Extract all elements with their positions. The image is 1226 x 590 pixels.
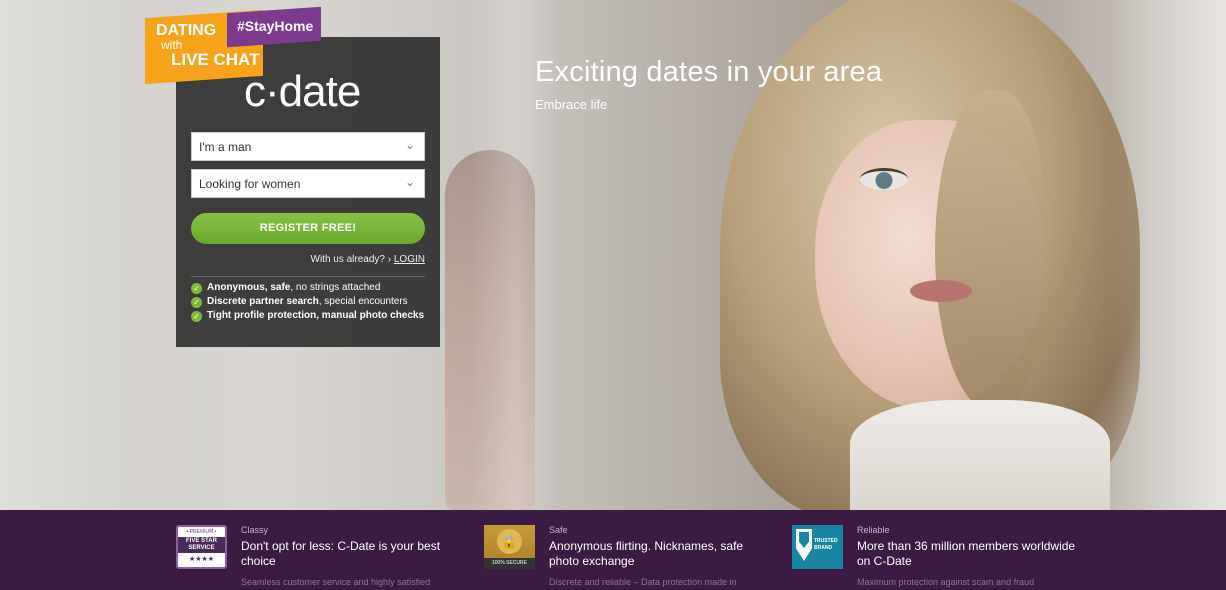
feature-text: , special encounters bbox=[318, 296, 408, 307]
already-member-text: With us already? › bbox=[310, 254, 394, 265]
trust-item-reliable: TRUSTED BRAND Reliable More than 36 milli… bbox=[792, 510, 1082, 590]
gender-select[interactable]: I'm a man ⌄ bbox=[191, 132, 425, 161]
chevron-down-icon: ⌄ bbox=[404, 138, 415, 152]
register-button[interactable]: REGISTER FREE! bbox=[191, 213, 425, 244]
hero-headline: Exciting dates in your area bbox=[535, 56, 883, 88]
chevron-down-icon: ⌄ bbox=[404, 175, 415, 189]
trust-title: Anonymous flirting. Nicknames, safe phot… bbox=[549, 539, 744, 568]
feature-item: ✓ Tight profile protection, manual photo … bbox=[191, 310, 424, 322]
gender-select-value: I'm a man bbox=[199, 140, 252, 154]
trust-title: Don't opt for less: C-Date is your best … bbox=[241, 539, 441, 568]
badge-hashtag-text: #StayHome bbox=[237, 18, 314, 34]
trust-category: Reliable bbox=[857, 525, 890, 535]
seeking-select-value: Looking for women bbox=[199, 177, 301, 191]
icon-premium-text: • PREMIUM • bbox=[186, 529, 217, 535]
divider bbox=[191, 276, 425, 277]
icon-brand-text: BRAND bbox=[814, 545, 833, 551]
dating-live-chat-badge: DATING with LIVE CHAT #StayHome bbox=[145, 6, 325, 88]
icon-secure-text: 100% SECURE bbox=[484, 558, 535, 569]
trust-category: Classy bbox=[241, 525, 269, 535]
trust-description: Maximum protection against scam and frau… bbox=[857, 577, 1035, 587]
trust-category: Safe bbox=[549, 525, 568, 535]
feature-bold-text: Tight profile protection, manual photo c… bbox=[207, 310, 425, 321]
seeking-select[interactable]: Looking for women ⌄ bbox=[191, 169, 425, 198]
trust-item-safe: 🔒 100% SECURE Safe Anonymous flirting. N… bbox=[484, 510, 774, 590]
login-link[interactable]: LOGIN bbox=[394, 254, 425, 265]
shield-icon bbox=[796, 529, 812, 561]
five-star-service-icon: • PREMIUM • FIVE STAR SERVICE ★★★★ bbox=[176, 525, 227, 569]
icon-stars-text: ★★★★ bbox=[188, 556, 215, 563]
feature-bold-text: Anonymous, safe bbox=[207, 282, 291, 293]
feature-bold-text: Discrete partner search bbox=[207, 296, 319, 307]
secure-lock-icon: 🔒 100% SECURE bbox=[484, 525, 535, 569]
trust-description: Seamless customer service and highly sat… bbox=[241, 577, 431, 587]
check-icon: ✓ bbox=[191, 297, 202, 308]
feature-item: ✓ Anonymous, safe, no strings attached bbox=[191, 282, 380, 294]
icon-trusted-text: TRUSTED bbox=[814, 538, 838, 544]
badge-live-chat-text: LIVE CHAT bbox=[171, 50, 260, 69]
trust-footer: • PREMIUM • FIVE STAR SERVICE ★★★★ Class… bbox=[0, 510, 1226, 590]
login-prompt: With us already? › LOGIN bbox=[311, 254, 426, 265]
hero-subline: Embrace life bbox=[535, 97, 608, 112]
curtain-right bbox=[1110, 0, 1226, 510]
trust-description: Discrete and reliable – Data protection … bbox=[549, 577, 737, 587]
feature-item: ✓ Discrete partner search, special encoun… bbox=[191, 296, 408, 308]
lock-icon: 🔒 bbox=[497, 529, 522, 554]
trust-item-classy: • PREMIUM • FIVE STAR SERVICE ★★★★ Class… bbox=[176, 510, 466, 590]
check-icon: ✓ bbox=[191, 311, 202, 322]
curtain-left bbox=[0, 0, 150, 510]
feature-text: , no strings attached bbox=[290, 282, 381, 293]
trusted-brand-icon: TRUSTED BRAND bbox=[792, 525, 843, 569]
trust-title: More than 36 million members worldwide o… bbox=[857, 539, 1076, 568]
icon-service-text: FIVE STAR SERVICE bbox=[178, 537, 225, 553]
check-icon: ✓ bbox=[191, 283, 202, 294]
